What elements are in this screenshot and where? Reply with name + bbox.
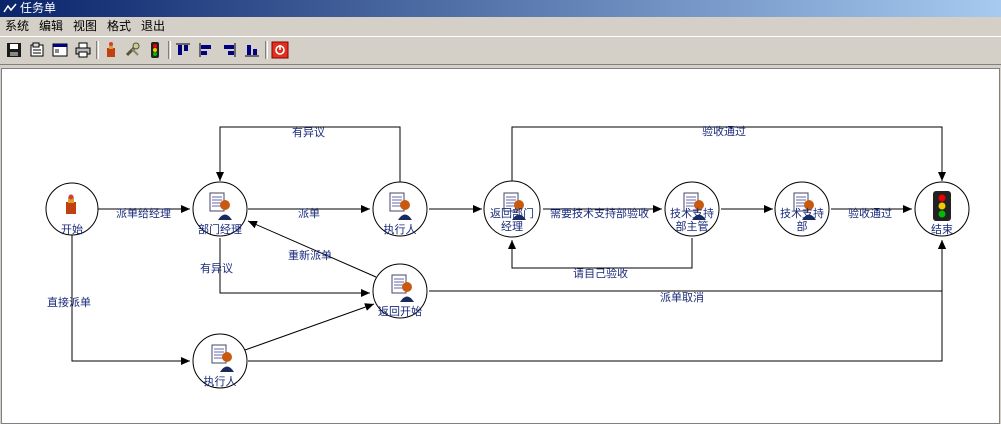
node-return-start[interactable]: 返回开始 bbox=[372, 263, 428, 319]
node-label-return-start: 返回开始 bbox=[378, 304, 422, 318]
edge-label-dispatch: 派单 bbox=[298, 207, 320, 220]
menu-system[interactable]: 系统 bbox=[3, 17, 31, 36]
tools-icon[interactable] bbox=[124, 41, 142, 59]
print-icon[interactable] bbox=[74, 41, 92, 59]
menu-view[interactable]: 视图 bbox=[71, 17, 99, 36]
open-icon[interactable] bbox=[28, 41, 46, 59]
menu-format[interactable]: 格式 bbox=[105, 17, 133, 36]
edge-cancel bbox=[429, 240, 946, 292]
menu-bar: 系统 编辑 视图 格式 退出 bbox=[0, 17, 1001, 36]
node-tech-dept-mgr[interactable]: 技术支持 部主管 bbox=[664, 181, 720, 237]
node-tech-dept[interactable]: 技术支持 部 bbox=[774, 181, 830, 237]
edge-objection-left bbox=[219, 238, 370, 297]
save-icon[interactable] bbox=[5, 41, 23, 59]
edge-executor2-to-return bbox=[244, 303, 375, 351]
toolbar-separator bbox=[168, 41, 171, 59]
edge-label-direct-dispatch: 直接派单 bbox=[47, 295, 91, 309]
exit-icon[interactable] bbox=[271, 41, 289, 59]
align-right-icon[interactable] bbox=[220, 41, 238, 59]
node-start[interactable]: 开始 bbox=[45, 182, 99, 236]
traffic-light-icon bbox=[933, 191, 951, 221]
edge-label-acceptance-pass-top: 验收通过 bbox=[702, 124, 746, 138]
edge-label-objection-left: 有异议 bbox=[200, 261, 233, 275]
align-top-icon[interactable] bbox=[174, 41, 192, 59]
node-dept-mgr[interactable]: 部门经理 bbox=[192, 181, 248, 237]
workflow-diagram: 派单给经理 派单 有异议 验收通过 需要技术支持部验收 请自己验收 验收通过 重… bbox=[45, 124, 970, 389]
edge-label-acceptance-pass-right: 验收通过 bbox=[848, 206, 892, 220]
toolbar-separator bbox=[96, 41, 99, 59]
node-executor1[interactable]: 执行人 bbox=[372, 181, 428, 237]
edge-label-objection-top: 有异议 bbox=[292, 125, 325, 139]
traffic-light-icon[interactable] bbox=[146, 41, 164, 59]
menu-exit[interactable]: 退出 bbox=[139, 17, 167, 36]
node-return-dept-mgr[interactable]: 返回部门 经理 bbox=[483, 180, 541, 238]
node-label-tech-dept-2: 部 bbox=[797, 219, 808, 233]
edge-label-assign-to-mgr: 派单给经理 bbox=[116, 207, 171, 220]
node-label-return-dept-mgr-2: 经理 bbox=[501, 220, 523, 233]
edge-executor2-to-end bbox=[248, 240, 946, 362]
edge-label-redispatch: 重新派单 bbox=[288, 248, 332, 262]
window-title: 任务单 bbox=[20, 1, 57, 15]
align-bottom-icon[interactable] bbox=[243, 41, 261, 59]
align-left-icon[interactable] bbox=[197, 41, 215, 59]
edge-label-need-tech-accept: 需要技术支持部验收 bbox=[550, 206, 649, 220]
node-label-dept-mgr: 部门经理 bbox=[198, 222, 242, 236]
node-label-end: 结束 bbox=[931, 223, 953, 236]
node-label-executor1: 执行人 bbox=[384, 222, 417, 236]
node-label-tech-dept-mgr-2: 部主管 bbox=[676, 219, 709, 233]
workflow-canvas[interactable]: 派单给经理 派单 有异议 验收通过 需要技术支持部验收 请自己验收 验收通过 重… bbox=[1, 68, 1000, 424]
toolbar bbox=[0, 36, 1001, 65]
window-icon[interactable] bbox=[51, 41, 69, 59]
node-label-start: 开始 bbox=[61, 222, 83, 236]
edge-label-cancel: 派单取消 bbox=[660, 290, 704, 304]
title-bar: 任务单 bbox=[0, 0, 1001, 17]
edge-self-accept bbox=[508, 238, 693, 269]
start-node-icon[interactable] bbox=[102, 41, 120, 59]
node-label-tech-dept-1: 技术支持 bbox=[780, 206, 824, 220]
toolbar-separator bbox=[265, 41, 268, 59]
node-end[interactable]: 结束 bbox=[914, 181, 970, 237]
menu-edit[interactable]: 编辑 bbox=[37, 17, 65, 36]
edge-label-self-accept: 请自己验收 bbox=[573, 266, 628, 280]
node-executor2[interactable]: 执行人 bbox=[192, 333, 248, 389]
app-icon bbox=[3, 3, 17, 13]
node-label-tech-dept-mgr-1: 技术支持 bbox=[670, 206, 714, 220]
node-label-return-dept-mgr-1: 返回部门 bbox=[490, 206, 534, 220]
node-label-executor2: 执行人 bbox=[204, 374, 237, 388]
